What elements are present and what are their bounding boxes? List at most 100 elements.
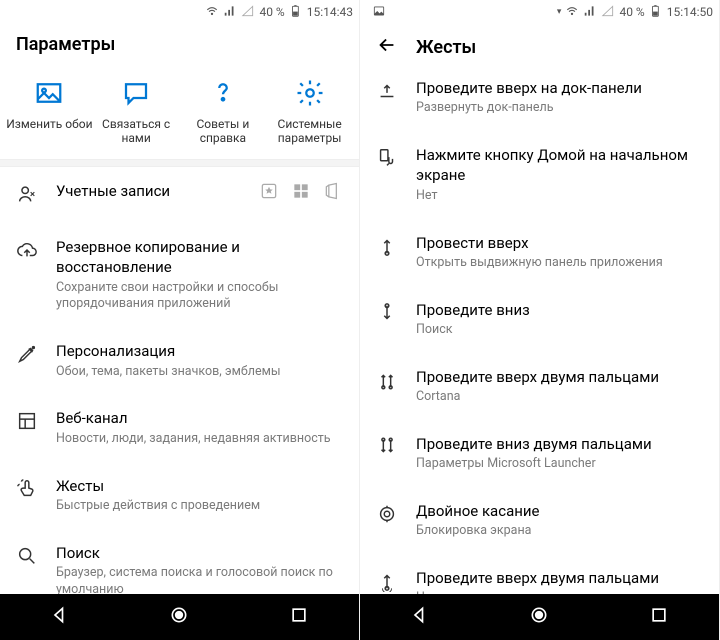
signal-icon <box>223 4 237 21</box>
gear-icon <box>295 77 325 109</box>
item-title: Проведите вверх на док-панели <box>416 78 703 98</box>
item-title: Учетные записи <box>56 181 243 201</box>
account-badges <box>259 181 343 205</box>
item-title: Проведите вниз двумя пальцами <box>416 434 703 454</box>
item-title: Проведите вверх двумя пальцами <box>416 367 703 387</box>
gesture-item-double-tap[interactable]: Двойное касание Блокировка экрана <box>360 487 719 554</box>
item-title: Поиск <box>56 543 343 563</box>
battery-icon <box>289 4 303 21</box>
action-label: Изменить обои <box>6 117 92 131</box>
nav-home-button[interactable] <box>169 605 189 629</box>
nav-home-button[interactable] <box>529 605 549 629</box>
home-press-icon <box>376 145 400 173</box>
cloud-upload-icon <box>16 237 40 265</box>
rewards-icon <box>259 181 279 205</box>
action-system-settings[interactable]: Системные параметры <box>266 77 353 145</box>
nav-back-button[interactable] <box>50 605 70 629</box>
settings-item-feed[interactable]: Веб-канал Новости, люди, задания, недавн… <box>0 394 359 461</box>
office-icon <box>323 181 343 205</box>
item-subtitle: Блокировка экрана <box>416 523 703 540</box>
action-label: Системные параметры <box>266 117 353 145</box>
battery-icon <box>649 4 663 21</box>
gestures-list: Проведите вверх на док-панелиРазвернуть … <box>360 64 719 594</box>
swipe-up-dock-icon <box>376 78 400 106</box>
nav-recents-button[interactable] <box>649 605 669 629</box>
page-title: Жесты <box>416 37 476 58</box>
swipe-up-icon <box>376 233 400 261</box>
action-contact-us[interactable]: Связаться с нами <box>93 77 180 145</box>
item-title: Проведите вниз <box>416 300 703 320</box>
item-title: Персонализация <box>56 341 343 361</box>
settings-item-search[interactable]: Поиск Браузер, система поиска и голосово… <box>0 529 359 594</box>
gesture-item-swipe-up-two[interactable]: Проведите вверх двумя пальцамиCortana <box>360 353 719 420</box>
item-title: Нажмите кнопку Домой на начальном экране <box>416 145 703 186</box>
question-icon <box>208 77 238 109</box>
battery-text: 40 % <box>259 5 284 19</box>
action-tips-help[interactable]: Советы и справка <box>180 77 267 145</box>
page-title: Параметры <box>16 34 115 55</box>
gesture-icon <box>16 476 40 504</box>
action-row: Изменить обои Связаться с нами Советы и … <box>0 59 359 159</box>
screen-settings: 40 % 15:14:43 Параметры Изменить обои Св… <box>0 0 360 640</box>
gesture-item-swipe-up-dock[interactable]: Проведите вверх на док-панелиРазвернуть … <box>360 64 719 131</box>
back-button[interactable] <box>376 34 398 60</box>
chat-icon <box>121 77 151 109</box>
settings-item-accounts[interactable]: Учетные записи <box>0 167 359 223</box>
gesture-item-swipe-down[interactable]: Проведите вниз Поиск <box>360 286 719 353</box>
settings-item-gestures[interactable]: Жесты Быстрые действия с проведением <box>0 462 359 529</box>
feed-icon <box>16 408 40 436</box>
item-title: Резервное копирование и восстановление <box>56 237 343 278</box>
settings-item-backup[interactable]: Резервное копирование и восстановление С… <box>0 223 359 327</box>
item-title: Веб-канал <box>56 408 343 428</box>
double-tap-icon <box>376 501 400 529</box>
gesture-item-swipe-up-two-b[interactable]: Проведите вверх двумя пальцамиНет <box>360 554 719 594</box>
action-label: Советы и справка <box>180 117 267 145</box>
search-icon <box>16 543 40 571</box>
action-change-wallpaper[interactable]: Изменить обои <box>6 77 93 145</box>
battery-text: 40 % <box>619 5 644 19</box>
swipe-down-icon <box>376 300 400 328</box>
item-subtitle: Параметры Microsoft Launcher <box>416 456 703 473</box>
clock-text: 15:14:50 <box>667 5 713 19</box>
swipe-down-two-icon <box>376 434 400 462</box>
person-icon <box>16 181 40 209</box>
settings-list: Учетные записи Резервное копирование и в… <box>0 167 359 594</box>
signal-icon <box>241 4 255 21</box>
swipe-up-icon <box>376 568 400 594</box>
item-subtitle: Нет <box>416 188 703 205</box>
item-subtitle: Поиск <box>416 322 703 339</box>
swipe-up-two-icon <box>376 367 400 395</box>
data-indicator: ▾ <box>557 7 562 17</box>
page-header: Параметры <box>0 24 359 59</box>
item-title: Жесты <box>56 476 343 496</box>
item-subtitle: Быстрые действия с проведением <box>56 498 343 515</box>
gesture-item-swipe-down-two[interactable]: Проведите вниз двумя пальцами Параметры M… <box>360 420 719 487</box>
signal-icon <box>601 4 615 21</box>
nav-recents-button[interactable] <box>289 605 309 629</box>
item-title: Проведите вверх двумя пальцами <box>416 568 703 588</box>
image-icon <box>34 77 64 109</box>
nav-bar <box>0 594 359 640</box>
windows-icon <box>291 181 311 205</box>
item-title: Провести вверх <box>416 233 703 253</box>
item-subtitle: Новости, люди, задания, недавняя активно… <box>56 431 343 448</box>
wifi-icon <box>565 4 579 21</box>
brush-icon <box>16 341 40 369</box>
status-bar: ▾ 40 % 15:14:50 <box>360 0 719 24</box>
item-subtitle: Сохраните свои настройки и способы упоря… <box>56 280 343 314</box>
nav-bar <box>360 594 719 640</box>
status-bar: 40 % 15:14:43 <box>0 0 359 24</box>
item-subtitle: Браузер, система поиска и голосовой поис… <box>56 565 343 594</box>
screen-gestures: ▾ 40 % 15:14:50 Жесты Проведите вверх на… <box>360 0 720 640</box>
section-divider <box>0 159 359 167</box>
settings-item-personalization[interactable]: Персонализация Обои, тема, пакеты значко… <box>0 327 359 394</box>
page-header: Жесты <box>360 24 719 64</box>
item-title: Двойное касание <box>416 501 703 521</box>
clock-text: 15:14:43 <box>307 5 353 19</box>
action-label: Связаться с нами <box>93 117 180 145</box>
nav-back-button[interactable] <box>410 605 430 629</box>
gesture-item-home-press[interactable]: Нажмите кнопку Домой на начальном экране… <box>360 131 719 218</box>
wifi-icon <box>205 4 219 21</box>
gesture-item-swipe-up[interactable]: Провести вверхОткрыть выдвижную панель п… <box>360 219 719 286</box>
image-indicator-icon <box>372 4 386 21</box>
